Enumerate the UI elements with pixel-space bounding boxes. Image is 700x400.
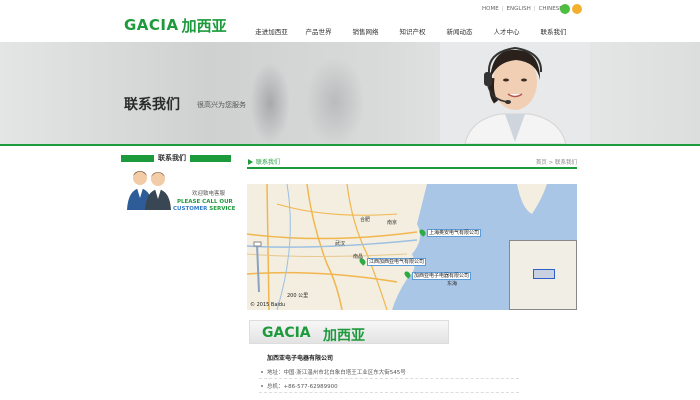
- company-logo-mark: GACIA: [262, 325, 311, 341]
- bullet-icon: [261, 371, 263, 373]
- map-pin-label-shanghai[interactable]: 上海奥安电气有限公司: [427, 229, 482, 237]
- customer-service-avatars-icon: [127, 171, 171, 210]
- map-overview[interactable]: [509, 240, 577, 310]
- nav-item-about[interactable]: 走进加西亚: [248, 26, 295, 36]
- site-header: GACIA 加西亚 HOME | ENGLISH | CHINESE 走进加西亚…: [0, 0, 700, 42]
- wechat-icon[interactable]: [560, 4, 570, 14]
- breadcrumb: 首页 > 联系我们: [536, 158, 577, 166]
- map-overview-viewport[interactable]: [533, 269, 555, 279]
- map-city-wuhan: 武汉: [335, 241, 346, 247]
- logo-mark: GACIA: [124, 16, 179, 34]
- weibo-icon[interactable]: [572, 4, 582, 14]
- map-copyright: © 2015 Baidu: [250, 302, 286, 308]
- lang-home-link[interactable]: HOME: [482, 6, 499, 12]
- sidebar-call-line-1: PLEASE CALL OUR: [177, 199, 233, 205]
- info-phone-row: 总机：+86-577-62989900: [259, 381, 519, 393]
- customer-service-photo: [440, 42, 590, 144]
- sidebar-call-customer: CUSTOMER: [173, 206, 208, 212]
- sidebar-call-line-2: CUSTOMER SERVICE: [173, 206, 235, 212]
- company-name: 加西亚电子电器有限公司: [267, 355, 334, 362]
- main-nav: 走进加西亚 产品世界 销售网络 知识产权 新闻动态 人才中心 联系我们: [248, 26, 577, 36]
- page: GACIA 加西亚 HOME | ENGLISH | CHINESE 走进加西亚…: [0, 0, 700, 400]
- map-city-donghai: 东海: [447, 281, 458, 287]
- lang-separator: |: [501, 6, 504, 12]
- company-logo-chinese: 加西亚: [323, 328, 365, 344]
- background-figure: [250, 62, 290, 144]
- arrow-icon: [147, 155, 154, 161]
- site-logo[interactable]: GACIA 加西亚: [124, 15, 227, 35]
- logo-chinese-name: 加西亚: [181, 16, 227, 35]
- bullet-icon: [261, 385, 263, 387]
- banner-subtitle: 很高兴为您服务: [197, 101, 246, 109]
- nav-item-products[interactable]: 产品世界: [295, 26, 342, 36]
- company-logo-banner: GACIA 加西亚: [249, 320, 449, 344]
- map-pin-label-jiangxi[interactable]: 江西加西亚电气有限公司: [367, 258, 427, 266]
- nav-item-contact[interactable]: 联系我们: [530, 26, 577, 36]
- map-pin-label-gacia[interactable]: 加西亚电子电器有限公司: [412, 272, 472, 280]
- section-header: 联系我们 首页 > 联系我们: [247, 155, 577, 169]
- banner-divider: [0, 144, 700, 146]
- nav-item-sales-network[interactable]: 销售网络: [342, 26, 389, 36]
- breadcrumb-home-link[interactable]: 首页: [536, 160, 547, 166]
- banner-title: 联系我们: [124, 97, 180, 113]
- arrow-icon: [248, 159, 253, 165]
- map-city-nanjing: 南京: [387, 220, 398, 226]
- map-scale: 200 公里: [287, 293, 309, 299]
- sidebar-heading-label: 联系我们: [154, 152, 190, 164]
- lang-separator: |: [533, 6, 536, 12]
- nav-item-news[interactable]: 新闻动态: [436, 26, 483, 36]
- info-phone: 总机：+86-577-62989900: [267, 384, 338, 390]
- language-bar: HOME | ENGLISH | CHINESE: [482, 6, 563, 12]
- sidebar-call-service: SERVICE: [209, 206, 236, 212]
- lang-english-link[interactable]: ENGLISH: [507, 6, 531, 12]
- sidebar-heading: 联系我们: [121, 152, 231, 164]
- nav-item-ip[interactable]: 知识产权: [389, 26, 436, 36]
- info-address: 地址：中国·浙江温州市北白象白塔王工业区东大街545号: [267, 370, 406, 376]
- background-figure: [305, 57, 365, 144]
- section-title: 联系我们: [256, 159, 281, 166]
- info-address-row: 地址：中国·浙江温州市北白象白塔王工业区东大街545号: [259, 367, 519, 379]
- breadcrumb-separator: >: [548, 160, 554, 166]
- baidu-map[interactable]: 合肥 南京 武汉 南昌 东海 上海奥安电气有限公司 江西加西亚电气有限公司 加西…: [247, 184, 577, 310]
- breadcrumb-current: 联系我们: [554, 160, 577, 166]
- map-city-hefei: 合肥: [360, 217, 371, 223]
- nav-item-careers[interactable]: 人才中心: [483, 26, 530, 36]
- sidebar-welcome-text: 欢迎致电客服: [192, 191, 226, 197]
- hero-banner: 联系我们 很高兴为您服务: [0, 42, 700, 144]
